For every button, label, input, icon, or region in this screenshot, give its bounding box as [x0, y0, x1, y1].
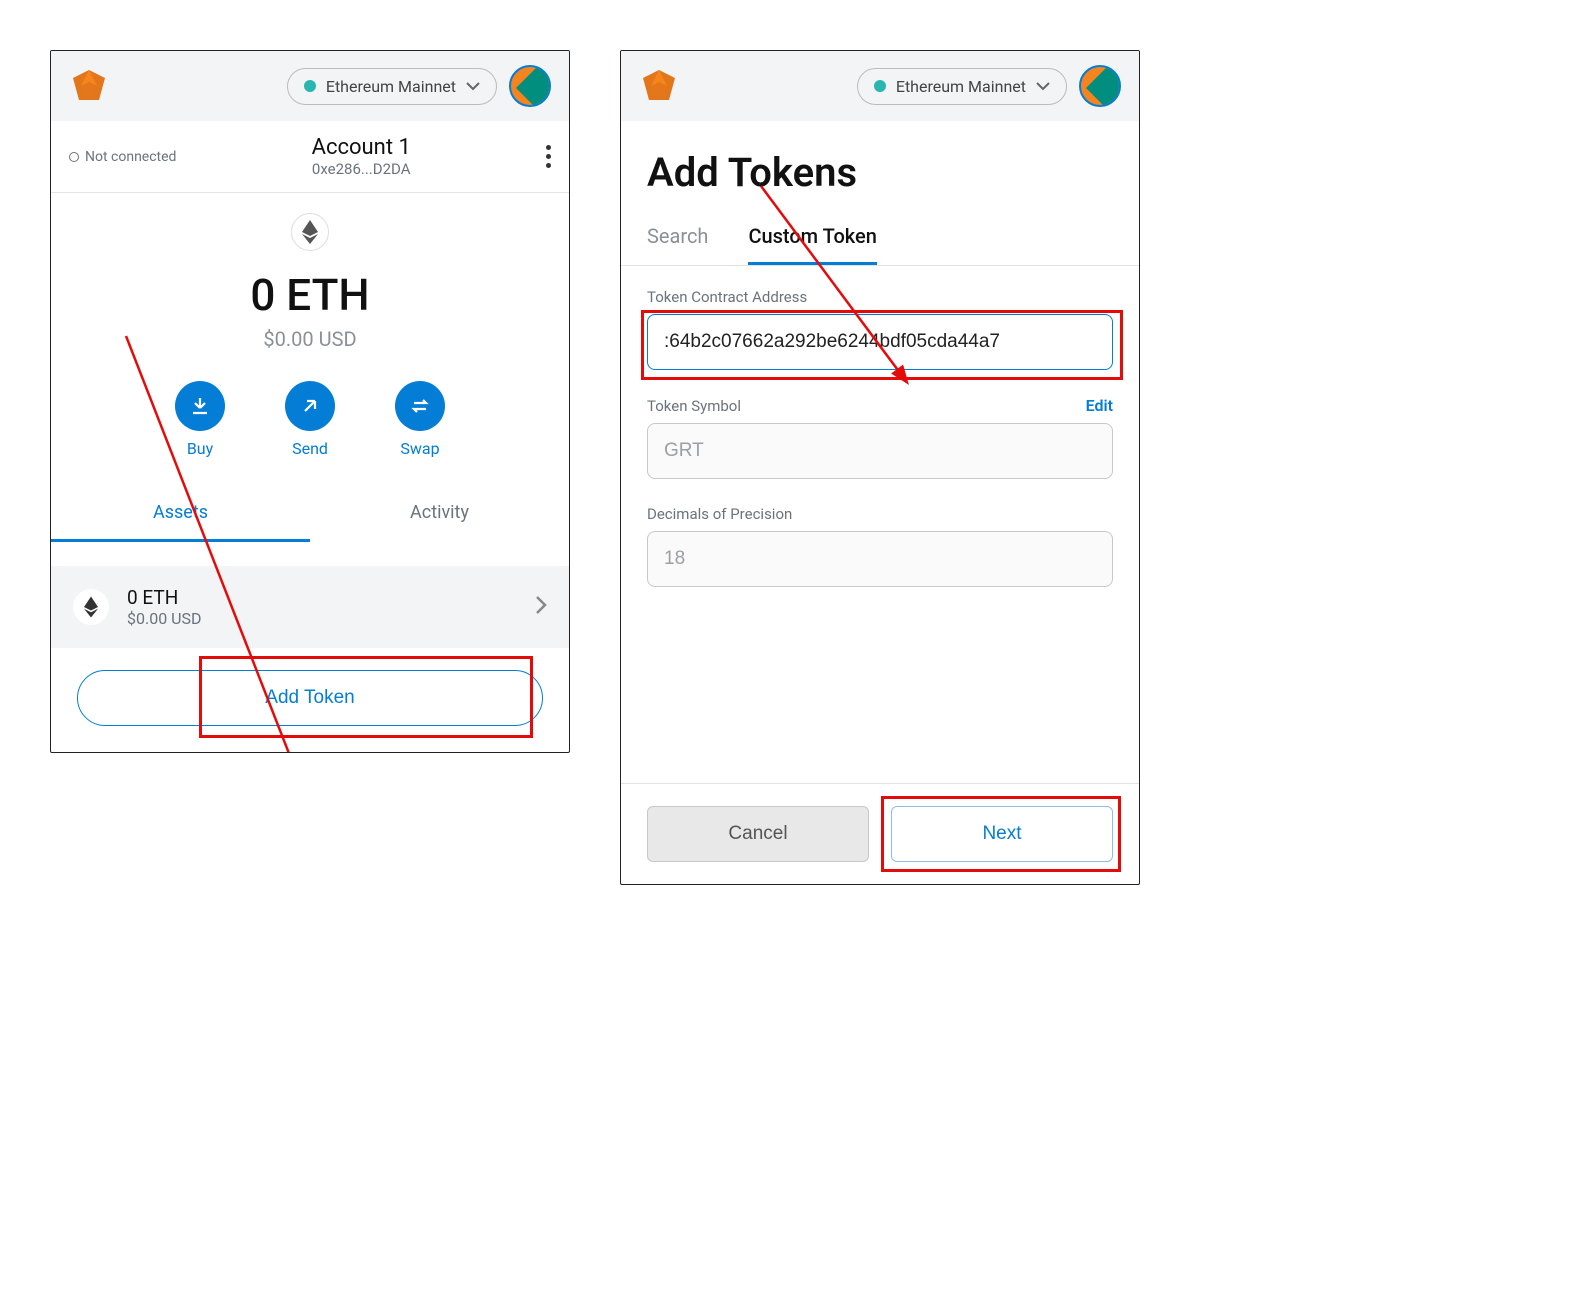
token-balance: 0 ETH [51, 269, 569, 321]
download-icon [175, 381, 225, 431]
connection-ring-icon [69, 152, 79, 162]
chevron-right-icon [535, 595, 547, 619]
network-status-dot-icon [874, 80, 886, 92]
page-title: Add Tokens [621, 121, 1139, 214]
tab-custom-token[interactable]: Custom Token [748, 214, 876, 265]
eth-icon [291, 213, 329, 251]
metamask-logo-icon [69, 66, 109, 106]
arrow-up-right-icon [285, 381, 335, 431]
account-selector[interactable]: Account 1 0xe286...D2DA [176, 135, 546, 178]
decimals-label: Decimals of Precision [647, 505, 792, 523]
header-bar: Ethereum Mainnet [621, 51, 1139, 121]
next-button[interactable]: Next [891, 806, 1113, 862]
metamask-logo-icon [639, 66, 679, 106]
tab-activity[interactable]: Activity [310, 486, 569, 542]
eth-icon [73, 589, 109, 625]
account-avatar[interactable] [1079, 65, 1121, 107]
asset-amount: 0 ETH [127, 586, 202, 609]
tab-assets[interactable]: Assets [51, 486, 310, 542]
send-button[interactable]: Send [285, 381, 335, 458]
cancel-button[interactable]: Cancel [647, 806, 869, 862]
tab-search[interactable]: Search [647, 214, 708, 265]
account-name: Account 1 [176, 135, 546, 160]
header-bar: Ethereum Mainnet [51, 51, 569, 121]
network-label: Ethereum Mainnet [896, 77, 1026, 96]
edit-symbol-link[interactable]: Edit [1086, 396, 1113, 415]
asset-row-eth[interactable]: 0 ETH $0.00 USD [51, 566, 569, 648]
asset-fiat: $0.00 USD [127, 609, 202, 628]
connection-status[interactable]: Not connected [69, 149, 176, 165]
chevron-down-icon [1036, 81, 1050, 91]
network-status-dot-icon [304, 80, 316, 92]
account-menu-icon[interactable] [546, 145, 551, 168]
swap-icon [395, 381, 445, 431]
account-avatar[interactable] [509, 65, 551, 107]
network-selector[interactable]: Ethereum Mainnet [857, 68, 1067, 105]
buy-button[interactable]: Buy [175, 381, 225, 458]
wallet-main-panel: Ethereum Mainnet Not connected Account 1… [50, 50, 570, 753]
chevron-down-icon [466, 81, 480, 91]
network-selector[interactable]: Ethereum Mainnet [287, 68, 497, 105]
add-tokens-panel: Ethereum Mainnet Add Tokens Search Custo… [620, 50, 1140, 885]
account-bar: Not connected Account 1 0xe286...D2DA [51, 121, 569, 193]
decimals-input[interactable] [647, 531, 1113, 587]
token-symbol-label: Token Symbol [647, 397, 741, 415]
contract-address-input[interactable] [647, 314, 1113, 370]
network-label: Ethereum Mainnet [326, 77, 456, 96]
add-token-button[interactable]: Add Token [77, 670, 543, 726]
contract-address-label: Token Contract Address [647, 288, 807, 306]
swap-button[interactable]: Swap [395, 381, 445, 458]
wallet-body: 0 ETH $0.00 USD Buy Send [51, 193, 569, 566]
account-address: 0xe286...D2DA [176, 160, 546, 178]
fiat-balance: $0.00 USD [51, 327, 569, 351]
token-symbol-input[interactable] [647, 423, 1113, 479]
